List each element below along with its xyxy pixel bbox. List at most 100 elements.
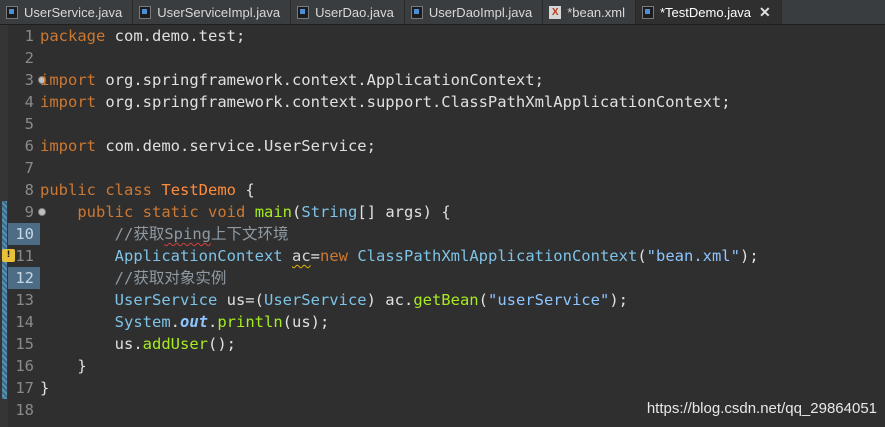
code-editor[interactable]: package com.demo.test; import org.spring… bbox=[40, 25, 885, 421]
method-name: getBean bbox=[413, 291, 479, 309]
tab-label: UserDao.java bbox=[315, 4, 394, 20]
string-literal: "bean.xml" bbox=[646, 247, 740, 265]
class-name: TestDemo bbox=[161, 181, 237, 199]
code-text: } bbox=[77, 357, 87, 375]
line-number: 9 bbox=[8, 201, 46, 223]
keyword: public bbox=[40, 181, 96, 199]
code-text: ( bbox=[292, 203, 302, 221]
line-number: 1 bbox=[24, 27, 34, 45]
line-number: 7 bbox=[24, 159, 34, 177]
method-name: println bbox=[217, 313, 283, 331]
code-line: UserService us=(UserService) ac.getBean(… bbox=[40, 289, 885, 311]
line-number: 4 bbox=[24, 93, 34, 111]
code-line: import com.demo.service.UserService; bbox=[40, 135, 885, 157]
tab-label: *TestDemo.java bbox=[660, 4, 752, 20]
line-number: 18 bbox=[15, 401, 34, 419]
type-name: UserService bbox=[263, 291, 367, 309]
unused-variable: ac bbox=[291, 247, 311, 265]
code-text: com.demo.service.UserService; bbox=[96, 137, 376, 155]
code-text: ) ac. bbox=[366, 291, 414, 309]
keyword: package bbox=[40, 27, 106, 45]
line-number: 13 bbox=[15, 291, 34, 309]
java-file-icon bbox=[642, 5, 654, 19]
line-number: 12 bbox=[8, 267, 40, 289]
line-number: 2 bbox=[24, 49, 34, 67]
code-text: org.springframework.context.ApplicationC… bbox=[96, 71, 544, 89]
code-text: { bbox=[236, 181, 255, 199]
code-text: ); bbox=[739, 247, 759, 265]
java-file-icon bbox=[410, 5, 423, 19]
close-tab-icon[interactable]: ✕ bbox=[759, 4, 771, 21]
code-text: ( bbox=[478, 291, 488, 309]
line-number: 15 bbox=[15, 335, 34, 353]
code-text: = bbox=[310, 247, 320, 265]
tab-userdaoimpl-java[interactable]: UserDaoImpl.java bbox=[405, 0, 544, 24]
code-line: import org.springframework.context.Appli… bbox=[40, 69, 885, 91]
keyword: import bbox=[40, 71, 96, 89]
code-text: . bbox=[170, 313, 180, 331]
java-file-icon bbox=[297, 5, 310, 19]
tab-testdemo-java[interactable]: *TestDemo.java ✕ bbox=[636, 0, 782, 24]
code-line: package com.demo.test; bbox=[40, 25, 885, 47]
code-line: System.out.println(us); bbox=[40, 311, 885, 333]
tab-bean-xml[interactable]: X *bean.xml bbox=[543, 0, 636, 24]
keyword: import bbox=[40, 137, 96, 155]
code-line: us.addUser(); bbox=[40, 333, 885, 355]
code-text: us. bbox=[114, 335, 143, 353]
line-number: 10 bbox=[8, 223, 40, 245]
code-line: ApplicationContext ac=new ClassPathXmlAp… bbox=[40, 245, 885, 267]
type-name: ClassPathXmlApplicationContext bbox=[357, 247, 638, 265]
line-number: 3 bbox=[8, 69, 46, 91]
comment-text: //获取 bbox=[114, 225, 165, 243]
type-name: UserService bbox=[114, 291, 218, 309]
keyword: class bbox=[105, 181, 153, 199]
tab-label: UserService.java bbox=[24, 4, 123, 20]
keyword: new bbox=[320, 247, 348, 265]
code-text: . bbox=[208, 313, 218, 331]
code-text: ( bbox=[637, 247, 647, 265]
line-number: 16 bbox=[15, 357, 34, 375]
tab-userdao-java[interactable]: UserDao.java bbox=[291, 0, 405, 24]
code-text: us=( bbox=[217, 291, 264, 309]
line-number: 8 bbox=[24, 181, 34, 199]
editor-tab-bar: UserService.java UserServiceImpl.java Us… bbox=[0, 0, 885, 25]
line-number: 5 bbox=[24, 115, 34, 133]
method-name: addUser bbox=[142, 335, 208, 353]
code-line: import org.springframework.context.suppo… bbox=[40, 91, 885, 113]
code-line: public static void main(String[] args) { bbox=[40, 201, 885, 223]
line-number-text: 11 bbox=[15, 247, 34, 265]
watermark: https://blog.csdn.net/qq_29864051 bbox=[646, 400, 877, 417]
keyword: void bbox=[208, 203, 246, 221]
code-line: //获取对象实例 bbox=[40, 267, 885, 289]
type-name: ApplicationContext bbox=[114, 247, 283, 265]
keyword: public bbox=[77, 203, 134, 221]
warning-icon[interactable]: ! bbox=[2, 249, 15, 262]
spelling-error-text: Sping bbox=[164, 225, 211, 243]
change-marker-bar bbox=[2, 201, 7, 399]
code-text: ); bbox=[609, 291, 628, 309]
editor-gutter bbox=[0, 25, 8, 427]
code-text: org.springframework.context.support.Clas… bbox=[96, 93, 731, 111]
comment-text: 上下文环境 bbox=[211, 225, 289, 243]
tab-label: *bean.xml bbox=[567, 4, 625, 20]
tab-userservice-java[interactable]: UserService.java bbox=[0, 0, 134, 24]
code-line: } bbox=[40, 355, 885, 377]
code-text: (us); bbox=[282, 313, 330, 331]
xml-file-icon: X bbox=[549, 5, 562, 19]
line-number: ! 11 bbox=[2, 245, 40, 267]
type-name: System bbox=[114, 313, 171, 331]
code-text: [] args) { bbox=[357, 203, 451, 221]
java-file-icon bbox=[6, 5, 18, 19]
keyword: import bbox=[40, 93, 96, 111]
code-line: public class TestDemo { bbox=[40, 179, 885, 201]
code-text: } bbox=[40, 379, 50, 397]
tab-userserviceimpl-java[interactable]: UserServiceImpl.java bbox=[133, 0, 292, 24]
code-text: (); bbox=[207, 335, 236, 353]
line-number: 14 bbox=[15, 313, 34, 331]
line-number-ruler: 1 2 3 4 5 6 7 8 9 10 ! 11 12 13 14 15 16 … bbox=[2, 25, 46, 421]
comment-text: //获取对象实例 bbox=[114, 269, 227, 287]
